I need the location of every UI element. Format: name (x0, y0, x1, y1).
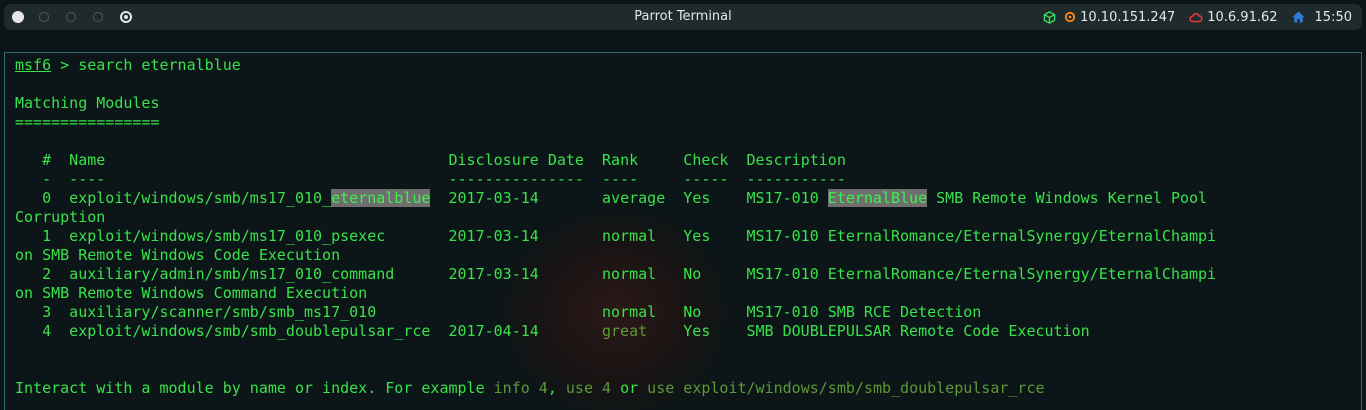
cube-icon (1043, 10, 1056, 24)
table-row: 0 exploit/windows/smb/ms17_010_eternalbl… (15, 189, 1355, 208)
hint-text: or (611, 379, 648, 397)
clock[interactable]: 15:50 (1315, 10, 1352, 25)
prompt-separator: > (51, 56, 79, 74)
row-text: 0 exploit/windows/smb/ms17_010_ (15, 189, 332, 207)
header-date: Disclosure Date (448, 151, 584, 169)
table-row-wrap: on SMB Remote Windows Code Execution (15, 246, 341, 264)
table-header: # Name Disclosure Date Rank Check Descri… (15, 151, 1355, 170)
row-text: 2017-03-14 average Yes MS17-010 (430, 189, 828, 207)
command-text: search eternalblue (78, 56, 241, 74)
local-ip-indicator[interactable] (1043, 10, 1060, 24)
table-divider: - ---- --------------- ---- ----- ------… (15, 170, 846, 188)
table-row-wrap: on SMB Remote Windows Command Execution (15, 284, 368, 302)
section-rule: ================ (15, 113, 160, 131)
table-row: 3 auxiliary/scanner/smb/smb_ms17_010 nor… (15, 303, 982, 321)
hint-text: , (547, 379, 566, 397)
header-description: Description (746, 151, 846, 169)
terminal-output: msf6 > search eternalblue Matching Modul… (15, 56, 1355, 398)
crosshair-icon (1065, 11, 1076, 23)
header-num: # (15, 151, 52, 169)
vpn-ip-text: 10.6.91.62 (1207, 9, 1278, 25)
row-text: 4 exploit/windows/smb/smb_doublepulsar_r… (15, 322, 602, 340)
search-match-highlight: EternalBlue (827, 189, 928, 207)
vpn-ip-indicator[interactable]: 10.6.91.62 (1189, 9, 1278, 25)
section-title: Matching Modules (15, 94, 160, 112)
table-row: 4 exploit/windows/smb/smb_doublepulsar_r… (15, 322, 1355, 341)
target-ip-indicator[interactable]: 10.10.151.247 (1064, 10, 1175, 25)
radio-dot-icon (124, 15, 128, 19)
terminal-window[interactable]: msf6 > search eternalblue Matching Modul… (4, 52, 1362, 410)
workspace-button-3[interactable] (93, 12, 103, 22)
home-icon (1292, 11, 1305, 23)
window-close-button[interactable] (12, 11, 24, 23)
home-button[interactable] (1292, 11, 1309, 23)
top-panel: Parrot Terminal 10.10.151.247 10.6.91.62 (4, 4, 1362, 30)
header-name: Name (51, 151, 449, 169)
example-info: info 4 (493, 379, 548, 397)
rank-great: great (602, 322, 648, 340)
header-rank: Rank (602, 151, 639, 169)
local-ip-text: 10.10.151.247 (1080, 9, 1176, 25)
row-text: Yes SMB DOUBLEPULSAR Remote Code Executi… (647, 322, 1090, 340)
example-use-index: use 4 (565, 379, 612, 397)
command-line: msf6 > search eternalblue (15, 56, 1355, 75)
workspace-button-2[interactable] (66, 12, 76, 22)
usage-hint: Interact with a module by name or index.… (15, 379, 1355, 398)
workspace-button-1[interactable] (39, 12, 49, 22)
prompt: msf6 (15, 56, 52, 74)
table-row: 2 auxiliary/admin/smb/ms17_010_command 2… (15, 265, 1217, 283)
cloud-icon (1189, 12, 1203, 22)
table-row-wrap: Corruption (15, 208, 106, 226)
row-text: SMB Remote Windows Kernel Pool (927, 189, 1208, 207)
search-match-highlight: eternalblue (331, 189, 431, 207)
hint-text: Interact with a module by name or index.… (15, 379, 494, 397)
workspace-button-4[interactable] (120, 11, 132, 23)
status-area: 10.10.151.247 10.6.91.62 15:50 (1033, 4, 1352, 30)
table-row: 1 exploit/windows/smb/ms17_010_psexec 20… (15, 227, 1217, 245)
example-use-path: use exploit/windows/smb/smb_doublepulsar… (647, 379, 1045, 397)
header-check: Check (683, 151, 729, 169)
